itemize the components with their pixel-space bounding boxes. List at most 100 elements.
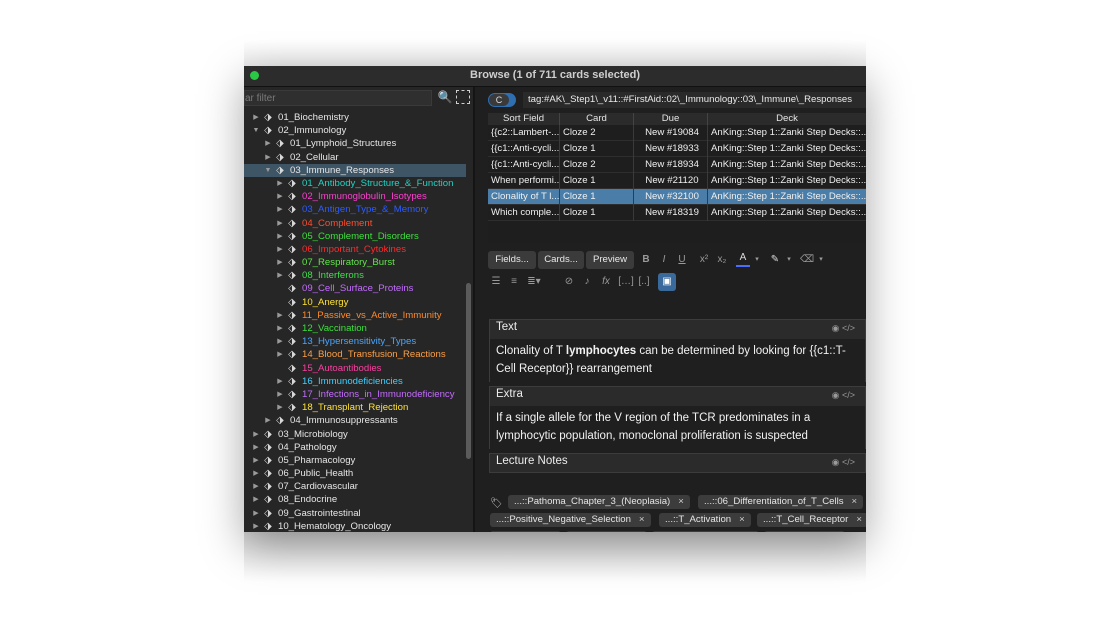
sidebar-tree-item[interactable]: ▶ ⬗ 04_Pathology (244, 441, 466, 454)
table-row[interactable]: When performi... Cloze 1 New #21120 AnKing:… (488, 173, 866, 189)
table-row[interactable]: {{c1::Anti-cycli... Cloze 1 New #18933 AnKi… (488, 141, 866, 157)
sidebar-tree-item[interactable]: ▶ ⬗ 06_Public_Health (244, 467, 466, 480)
close-icon[interactable]: × (856, 514, 862, 525)
sidebar-tree-item[interactable]: ▶ ⬗ 01_Antibody_Structure_&_Function (244, 177, 466, 190)
eye-icon[interactable]: ◉ </> (832, 457, 855, 468)
sidebar-tree-item[interactable]: ▶ ⬗ 09_Gastrointestinal (244, 507, 466, 520)
lecture-notes-field[interactable]: Lecture Notes ◉ </> (489, 453, 866, 473)
sidebar-tree-item[interactable]: ▶ ⬗ 01_Lymphoid_Structures (244, 137, 466, 150)
chevron-right-icon[interactable]: ▶ (264, 414, 272, 427)
tag-chip[interactable]: ...::bg_extras× (764, 531, 846, 532)
eye-icon[interactable]: ◉ </> (832, 323, 855, 334)
sidebar-tree-item[interactable]: ▶ ⬗ 18_Transplant_Rejection (244, 401, 466, 414)
sidebar-tree-item[interactable]: ▶ ⬗ 04_Immunosuppressants (244, 414, 466, 427)
sidebar-tree-item[interactable]: ▶ ⬗ 01_Biochemistry (244, 111, 466, 124)
chevron-right-icon[interactable]: ▶ (276, 322, 284, 335)
chevron-right-icon[interactable]: ▶ (276, 256, 284, 269)
chevron-right-icon[interactable]: ▶ (276, 348, 284, 361)
chevron-right-icon[interactable]: ▶ (252, 467, 260, 480)
text-field-body[interactable]: Clonality of T lymphocytes can be determ… (490, 339, 865, 383)
sidebar-tree-item[interactable]: ▶ ⬗ 02_Cellular (244, 151, 466, 164)
column-card[interactable]: Card (560, 113, 634, 125)
chevron-right-icon[interactable]: ▶ (276, 217, 284, 230)
chevron-right-icon[interactable]: ▶ (276, 335, 284, 348)
chevron-right-icon[interactable]: ▶ (276, 269, 284, 282)
chevron-right-icon[interactable]: ▶ (252, 493, 260, 506)
column-deck[interactable]: Deck (708, 113, 866, 125)
chevron-right-icon[interactable]: ▶ (276, 309, 284, 322)
align-icon[interactable]: ≣▾ (524, 273, 544, 291)
italic-icon[interactable]: I (656, 251, 672, 269)
table-row[interactable]: {{c1::Anti-cycli... Cloze 2 New #18934 AnKi… (488, 157, 866, 173)
search-mode-toggle[interactable]: C (488, 93, 516, 107)
table-row[interactable]: Clonality of T l... Cloze 1 New #32100 AnKi… (488, 189, 866, 205)
sidebar-tree-item[interactable]: ▶ ⬗ 08_Endocrine (244, 493, 466, 506)
highlight-icon[interactable]: ✎ (768, 251, 782, 269)
sidebar-tree-item[interactable]: ▶ ⬗ 11_Passive_vs_Active_Immunity (244, 309, 466, 322)
chevron-right-icon[interactable]: ▶ (276, 401, 284, 414)
table-row[interactable]: {{c2::Lambert-... Cloze 2 New #19084 AnKing… (488, 125, 866, 141)
close-icon[interactable]: × (639, 514, 645, 525)
select-tool-icon[interactable] (456, 90, 470, 104)
eye-icon[interactable]: ◉ </> (832, 390, 855, 401)
text-field[interactable]: Text ◉ </> Clonality of T lymphocytes ca… (489, 319, 866, 383)
column-sort-field[interactable]: Sort Field (488, 113, 560, 125)
extra-field-body[interactable]: If a single allele for the V region of t… (490, 406, 865, 450)
sidebar-tree-item[interactable]: ▶ ⬗ 03_Antigen_Type_&_Memory (244, 203, 466, 216)
sidebar-filter-input[interactable]: ar filter (244, 90, 432, 106)
sidebar-tree-item[interactable]: ▶ ⬗ 07_Respiratory_Burst (244, 256, 466, 269)
sidebar-tree-item[interactable]: ▶ ⬗ 08_Interferons (244, 269, 466, 282)
chevron-right-icon[interactable]: ▶ (264, 151, 272, 164)
sidebar-tree-item[interactable]: ▶ ⬗ 14_Blood_Transfusion_Reactions (244, 348, 466, 361)
superscript-icon[interactable]: x² (696, 251, 712, 269)
chevron-down-icon[interactable]: ▾ (752, 251, 762, 269)
sidebar-tree-item[interactable]: ▶ ⬗ 13_Hypersensitivity_Types (244, 335, 466, 348)
cloze-icon[interactable]: […] (618, 273, 634, 291)
sidebar-tree-item[interactable]: ▼ ⬗ 02_Immunology (244, 124, 466, 137)
sidebar-tree-item[interactable]: ▶ ⬗ 12_Vaccination (244, 322, 466, 335)
tag-chip[interactable]: ...::Positive_Negative_Selection × (490, 513, 651, 527)
chevron-right-icon[interactable]: ▶ (252, 111, 260, 124)
column-due[interactable]: Due (634, 113, 708, 125)
tag-chip[interactable]: ...::Pathoma_Chapter_3_(Neoplasia) × (508, 495, 690, 509)
numbered-list-icon[interactable]: ≡ (506, 273, 522, 291)
eraser-icon[interactable]: ⌫ (800, 251, 814, 269)
tag-chip[interactable]: ...::T_Cell_Receptor × (757, 513, 866, 527)
search-input[interactable]: tag:#AK\_Step1\_v11::#FirstAid::02\_Immu… (523, 92, 866, 108)
fields-button[interactable]: Fields... (488, 251, 536, 269)
sidebar-tree-item[interactable]: ▼ ⬗ 03_Immune_Responses (244, 163, 466, 177)
attach-icon[interactable]: ⊘ (562, 273, 576, 291)
tag-chip[interactable]: ...::T_Activation × (659, 513, 751, 527)
sidebar-tree-item[interactable]: ▶ ⬗ 04_Complement (244, 217, 466, 230)
extra-field[interactable]: Extra ◉ </> If a single allele for the V… (489, 386, 866, 450)
sidebar-tree-item[interactable]: ▶ ⬗ 16_Immunodeficiencies (244, 375, 466, 388)
chevron-down-icon[interactable]: ▾ (816, 251, 826, 269)
chevron-right-icon[interactable]: ▶ (252, 507, 260, 520)
tag-chip[interactable]: ...::Activation× (566, 531, 647, 532)
sidebar-tree-item[interactable]: ▶ ⬗ 05_Pharmacology (244, 454, 466, 467)
sidebar-tree-item[interactable]: ▶ ⬗ 03_Microbiology (244, 428, 466, 441)
sidebar-tree-item[interactable]: ⬗ 15_Autoantibodies (244, 362, 466, 375)
chevron-right-icon[interactable]: ▶ (252, 428, 260, 441)
chevron-down-icon[interactable]: ▼ (264, 164, 272, 177)
chevron-right-icon[interactable]: ▶ (276, 375, 284, 388)
cloze-same-icon[interactable]: [..] (636, 273, 652, 291)
bulleted-list-icon[interactable]: ☰ (488, 273, 504, 291)
chevron-right-icon[interactable]: ▶ (252, 480, 260, 493)
text-color-icon[interactable]: A (736, 251, 750, 267)
microphone-icon[interactable]: ♪ (580, 273, 594, 291)
chevron-right-icon[interactable]: ▶ (252, 520, 260, 532)
chevron-right-icon[interactable]: ▶ (276, 203, 284, 216)
sidebar-scrollbar[interactable] (466, 283, 471, 459)
chevron-right-icon[interactable]: ▶ (276, 177, 284, 190)
sidebar-tree-item[interactable]: ⬗ 10_Anergy (244, 296, 466, 309)
chevron-down-icon[interactable]: ▼ (252, 124, 260, 137)
sidebar-tree-item[interactable]: ▶ ⬗ 07_Cardiovascular (244, 480, 466, 493)
chevron-right-icon[interactable]: ▶ (276, 230, 284, 243)
tag-chip[interactable]: ...::06_Differentiation_of_T_Cells × (698, 495, 864, 509)
underline-icon[interactable]: U (674, 251, 690, 269)
search-icon[interactable]: 🔍 (436, 90, 454, 106)
tag-chip[interactable]: ...::07_Immunology× (652, 531, 760, 532)
sidebar-tree-item[interactable]: ▶ ⬗ 05_Complement_Disorders (244, 230, 466, 243)
chevron-right-icon[interactable]: ▶ (276, 190, 284, 203)
